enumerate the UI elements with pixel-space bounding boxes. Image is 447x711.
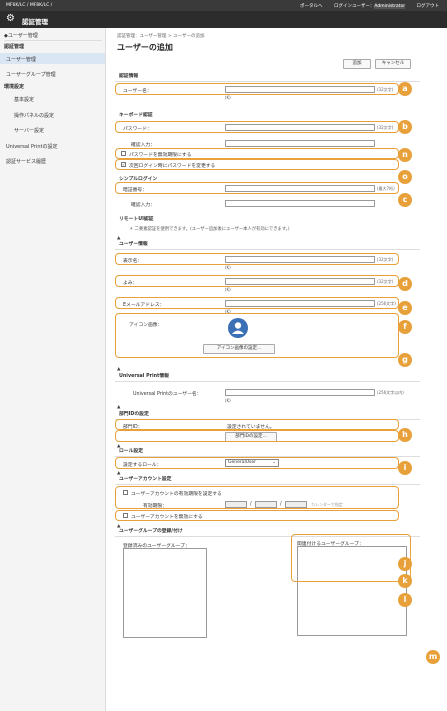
divider	[115, 484, 420, 485]
sidebar-item-auth-log[interactable]: 認証サービス履歴	[6, 158, 46, 165]
section-role: ロール設定	[119, 449, 143, 454]
cancel-button[interactable]: キャンセル	[375, 59, 411, 69]
uprint-user-label: Universal Printのユーザー名：	[133, 392, 202, 397]
badge-m: m	[426, 650, 440, 664]
sidebar-back-link[interactable]: ◆ユーザー管理	[4, 32, 38, 39]
top-bar: MF6K/LC / MF8K/LC / ポータルへ ログインユーザー：Admin…	[0, 0, 447, 11]
sidebar: ◆ユーザー管理 認証管理 ユーザー管理 ユーザーグループ管理 環境設定 基本設定…	[0, 28, 106, 711]
divider	[4, 40, 102, 41]
badge-a: a	[398, 82, 412, 96]
breadcrumb: 認証管理：ユーザー管理 > ユーザーの追加	[117, 34, 205, 39]
login-user-label: ログインユーザー：	[333, 4, 375, 9]
highlight-k	[115, 486, 399, 509]
badge-j: j	[398, 557, 412, 571]
highlight-m	[291, 534, 411, 582]
divider	[115, 381, 420, 382]
pin-confirm-label: 確認入力：	[131, 203, 155, 208]
portal-link[interactable]: ポータルへ	[300, 4, 323, 9]
badge-c: c	[398, 193, 412, 207]
device-name: MF6K/LC / MF8K/LC /	[6, 3, 53, 8]
simple-login-heading: シンプルログイン	[119, 177, 158, 182]
main-content: 認証管理：ユーザー管理 > ユーザーの追加 ユーザーの追加 追加 キャンセル 認…	[107, 28, 447, 711]
badge-g: g	[398, 353, 412, 367]
highlight-c	[115, 182, 399, 194]
highlight-h	[115, 419, 399, 430]
section-account: ユーザーアカウント設定	[119, 477, 172, 482]
highlight-l	[115, 510, 399, 521]
app-title: 認証管理	[22, 18, 48, 26]
pin-confirm-input[interactable]	[225, 200, 375, 207]
keyboard-auth-heading: キーボード認証	[119, 113, 153, 118]
highlight-o	[115, 159, 399, 170]
highlight-j	[115, 457, 399, 469]
sidebar-item-basic[interactable]: 基本設定	[14, 96, 34, 103]
logout-link[interactable]: ログアウト	[417, 4, 440, 9]
badge-i: i	[398, 461, 412, 475]
divider	[115, 81, 420, 82]
login-user: Administrator	[374, 4, 406, 9]
password-confirm-label: 確認入力：	[131, 143, 155, 148]
gear-icon: ⚙	[6, 13, 15, 24]
password-confirm-input[interactable]	[225, 140, 375, 147]
section-dept: 部門IDの設定	[119, 412, 149, 417]
sidebar-item-panel[interactable]: 操作パネルの設定	[14, 112, 54, 119]
sidebar-item-group-management[interactable]: ユーザーグループ管理	[6, 71, 56, 78]
highlight-a	[115, 83, 399, 95]
divider	[115, 249, 420, 250]
highlight-g	[115, 313, 399, 358]
sidebar-item-uprint[interactable]: Universal Printの設定	[6, 143, 57, 150]
sidebar-section-auth: 認証管理	[4, 44, 25, 50]
badge-b: b	[398, 120, 412, 134]
top-links: ポータルへ ログインユーザー：Administrator ログアウト	[290, 3, 439, 9]
badge-d: d	[398, 277, 412, 291]
sidebar-item-server[interactable]: サーバー設定	[14, 127, 44, 134]
badge-e: e	[398, 301, 412, 315]
section-auth-info: 認証情報	[119, 74, 139, 79]
badge-f: f	[398, 320, 412, 334]
registered-groups-list[interactable]	[123, 548, 207, 638]
uprint-user-input[interactable]	[225, 389, 375, 396]
sidebar-section-env: 環境設定	[4, 84, 25, 90]
title-bar: ⚙ 認証管理	[0, 11, 447, 28]
highlight-d	[115, 253, 399, 265]
remote-ui-note: ＊ 二要素認証を使用できます。(ユーザー追加後にユーザー本人が有効にできます。)	[129, 227, 290, 232]
badge-k: k	[398, 574, 412, 588]
sidebar-item-user-management[interactable]: ユーザー管理	[6, 56, 36, 63]
add-button[interactable]: 追加	[343, 59, 371, 69]
badge-h: h	[398, 428, 412, 442]
username-note: (K)	[225, 95, 231, 100]
highlight-n	[115, 148, 399, 159]
highlight-f	[115, 297, 399, 309]
scroll-top-icon[interactable]: ▲	[117, 367, 120, 372]
badge-o: o	[398, 170, 412, 184]
highlight-b	[115, 121, 399, 133]
uprint-user-note: (K)	[225, 398, 231, 403]
uprint-user-hint: (256文字以内)	[377, 390, 404, 395]
badge-l: l	[398, 593, 412, 607]
section-user-info: ユーザー情報	[119, 242, 148, 247]
highlight-e	[115, 275, 399, 287]
reading-note: (K)	[225, 287, 231, 292]
highlight-i	[115, 430, 399, 442]
badge-n: n	[398, 148, 412, 162]
section-uprint: Universal Print情報	[119, 374, 169, 379]
remote-ui-heading: リモートUI認証	[119, 217, 154, 222]
display-name-note: (K)	[225, 265, 231, 270]
scroll-top-icon[interactable]: ▲	[117, 405, 120, 410]
page-title: ユーザーの追加	[117, 43, 173, 52]
